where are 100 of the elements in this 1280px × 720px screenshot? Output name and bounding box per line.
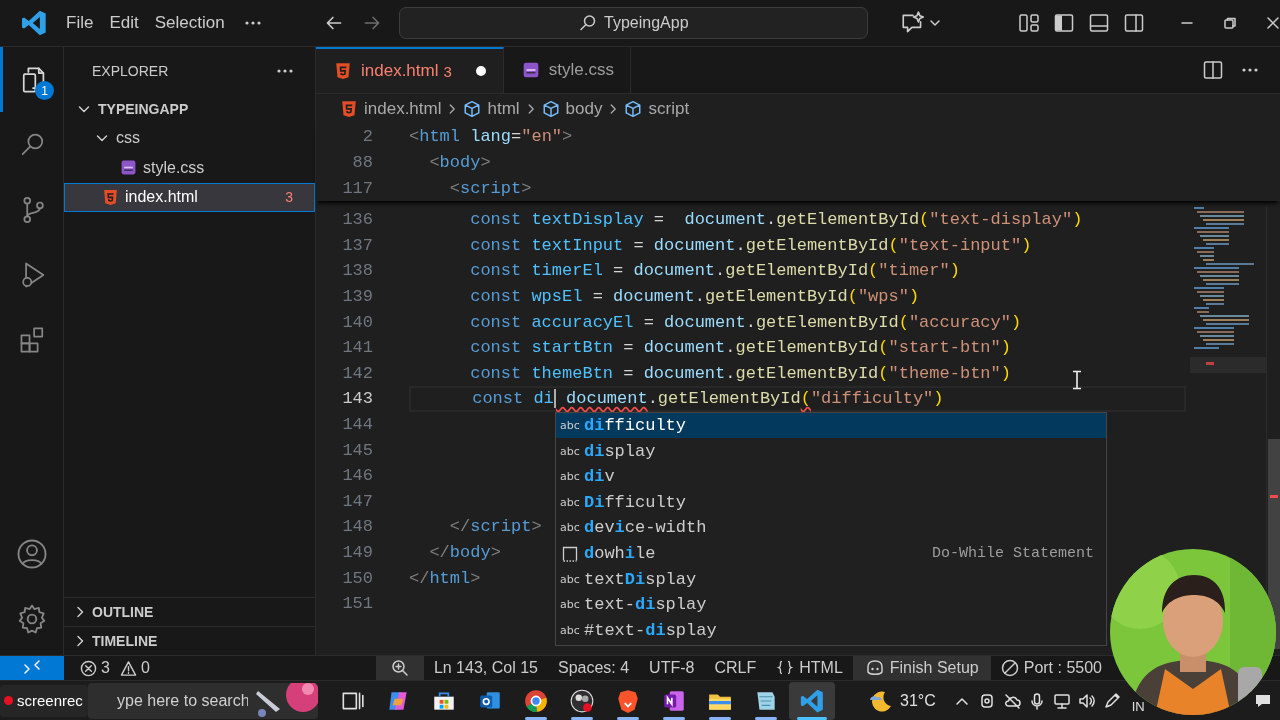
line-number: 140 bbox=[341, 312, 373, 332]
cloud-off-icon[interactable] bbox=[1002, 691, 1021, 710]
panel-title: EXPLORER bbox=[92, 62, 169, 79]
blocked-icon bbox=[1000, 659, 1019, 677]
line-number: 142 bbox=[341, 363, 373, 383]
line-number: 150 bbox=[341, 568, 373, 588]
line-number: 141 bbox=[341, 338, 373, 358]
suggestion-item[interactable]: abc div bbox=[556, 464, 1106, 490]
tree-item[interactable]: css bbox=[64, 123, 315, 153]
file-name: TYPEINGAPP bbox=[98, 100, 190, 117]
breadcrumb-item[interactable]: html bbox=[463, 98, 520, 119]
setup-button[interactable]: Finish Setup bbox=[852, 656, 991, 680]
code-line: <script> bbox=[448, 178, 532, 198]
speaker-icon[interactable] bbox=[1077, 691, 1096, 710]
zoom-button[interactable] bbox=[375, 656, 424, 680]
line-number: 137 bbox=[341, 235, 373, 255]
code-line: const accuracyEl = document.getElementById("accuracy") bbox=[469, 312, 1022, 332]
taskbar-app[interactable] bbox=[789, 681, 835, 720]
problem-count: 3 bbox=[443, 62, 452, 80]
html-file-icon bbox=[340, 99, 358, 118]
code-line: <html lang="en"> bbox=[409, 126, 573, 146]
editor-tab[interactable]: index.html 3 bbox=[316, 47, 504, 93]
tree-item[interactable]: index.html 3 bbox=[64, 182, 315, 212]
code-line: </html> bbox=[409, 568, 481, 588]
layout-icon[interactable] bbox=[1018, 12, 1040, 34]
line-number: 88 bbox=[351, 152, 373, 172]
secondary-sidebar-icon[interactable] bbox=[1123, 12, 1145, 34]
pen-icon[interactable] bbox=[1102, 691, 1121, 710]
language-mode[interactable]: HTML bbox=[766, 656, 853, 680]
line-number: 143 bbox=[341, 389, 373, 409]
line-number: 2 bbox=[361, 126, 373, 146]
editor-tab[interactable]: style.css bbox=[503, 47, 631, 93]
browser-icon bbox=[523, 687, 549, 714]
html-file-icon bbox=[334, 62, 352, 80]
i-beam-cursor-icon bbox=[1072, 370, 1082, 390]
css-file-icon bbox=[521, 61, 540, 79]
suggestion-item[interactable]: abc device-width bbox=[556, 515, 1106, 541]
split-editor-icon[interactable] bbox=[1202, 59, 1224, 81]
section-title: OUTLINE bbox=[92, 604, 154, 620]
braces-icon bbox=[776, 659, 795, 677]
app-logo-icon[interactable] bbox=[20, 9, 48, 37]
tree-item[interactable]: TYPEINGAPP bbox=[64, 94, 315, 124]
problems-button[interactable]: 3 0 bbox=[70, 656, 166, 680]
unsaved-dot-icon[interactable] bbox=[474, 65, 487, 77]
line-number: 136 bbox=[341, 210, 373, 230]
count-badge: 1 bbox=[35, 81, 54, 100]
zoom-in-icon bbox=[390, 659, 409, 677]
line-number: 151 bbox=[341, 594, 373, 614]
suggestion-item[interactable]: abc display bbox=[556, 438, 1106, 464]
close-icon[interactable] bbox=[1266, 16, 1280, 30]
element-icon bbox=[541, 99, 560, 118]
sidebar-toggle-icon[interactable] bbox=[1053, 12, 1075, 34]
line-number: 146 bbox=[341, 466, 373, 486]
panel-toggle-icon[interactable] bbox=[1088, 12, 1110, 34]
search-field[interactable]: ype here to search bbox=[88, 682, 248, 719]
warning-icon bbox=[119, 659, 137, 677]
code-line: const textDisplay = document.getElementById("text-display") bbox=[469, 210, 1083, 230]
status-item[interactable]: Ln 143, Col 15 bbox=[423, 656, 548, 680]
tab-label: index.html bbox=[361, 61, 439, 81]
code-editor-icon bbox=[799, 687, 825, 714]
code-line: </body> bbox=[428, 543, 501, 562]
menu-item[interactable]: File bbox=[58, 13, 102, 33]
record-icon bbox=[569, 687, 595, 714]
suggestion-item[interactable]: abc textDisplay bbox=[556, 566, 1106, 592]
restore-icon[interactable] bbox=[1223, 16, 1237, 30]
code-line: const wpsEl = document.getElementById("wps") bbox=[469, 287, 920, 307]
line-number: 144 bbox=[341, 415, 373, 435]
chat-sparkle-icon[interactable] bbox=[900, 11, 926, 35]
status-item[interactable]: CRLF bbox=[704, 656, 767, 680]
tree-item[interactable]: style.css bbox=[64, 153, 315, 183]
css-file-icon bbox=[120, 159, 137, 177]
menu-item[interactable]: Selection bbox=[146, 13, 233, 33]
line-number: 139 bbox=[341, 287, 373, 307]
breadcrumb-item[interactable]: body bbox=[541, 98, 603, 119]
code-line: const startBtn = document.getElementById("start-btn") bbox=[469, 338, 1011, 358]
port-button[interactable]: Port : 5500 bbox=[990, 656, 1102, 680]
code-line: <body> bbox=[428, 152, 491, 172]
section-title: TIMELINE bbox=[92, 633, 158, 649]
suggestion-item[interactable]: abc #text-display bbox=[556, 617, 1106, 644]
breadcrumb-item[interactable]: script bbox=[624, 98, 690, 119]
file-name: index.html bbox=[125, 188, 199, 207]
error-icon bbox=[80, 659, 97, 677]
language-indicator[interactable]: IN bbox=[1131, 698, 1145, 714]
suggestion-item[interactable]: abc text-display bbox=[556, 591, 1106, 618]
command-center[interactable]: TypeingApp bbox=[398, 7, 868, 39]
status-item[interactable]: UTF-8 bbox=[639, 656, 705, 680]
menu-item[interactable]: Edit bbox=[101, 13, 147, 33]
breadcrumb-item[interactable]: index.html bbox=[340, 98, 442, 119]
suggestion-item[interactable]: abc Difficulty bbox=[556, 489, 1106, 516]
line-number: 138 bbox=[341, 261, 373, 281]
suggestion-item[interactable]: abc difficulty bbox=[556, 412, 1106, 439]
element-icon bbox=[463, 99, 482, 118]
temperature: 31°C bbox=[900, 691, 936, 710]
network-icon[interactable] bbox=[1052, 691, 1071, 710]
code-line: const themeBtn = document.getElementById("theme-btn") bbox=[469, 363, 1011, 383]
html-file-icon bbox=[102, 188, 119, 206]
status-item[interactable]: Spaces: 4 bbox=[547, 656, 640, 680]
account-icon[interactable] bbox=[15, 538, 48, 570]
suggestion-item[interactable]: dowhile Do-While Statement bbox=[556, 540, 1106, 567]
section-header[interactable]: OUTLINE bbox=[64, 597, 315, 626]
